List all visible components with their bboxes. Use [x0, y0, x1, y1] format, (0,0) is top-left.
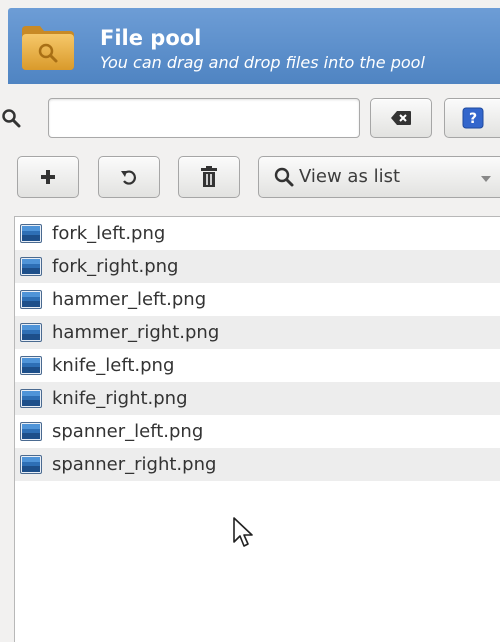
image-file-icon: [20, 356, 42, 375]
image-file-icon: [20, 389, 42, 408]
search-icon: [2, 109, 21, 128]
image-file-icon: [20, 290, 42, 309]
file-name: fork_right.png: [52, 256, 179, 277]
list-item[interactable]: knife_left.png: [15, 349, 500, 382]
search-input[interactable]: [48, 98, 360, 138]
search-icon: [274, 167, 294, 187]
clear-search-button[interactable]: [370, 98, 432, 138]
view-mode-select[interactable]: View as list: [258, 156, 500, 198]
list-item[interactable]: hammer_left.png: [15, 283, 500, 316]
image-file-icon: [20, 224, 42, 243]
list-item[interactable]: spanner_left.png: [15, 415, 500, 448]
trash-icon: [201, 166, 217, 187]
folder-icon: [22, 26, 74, 70]
undo-button[interactable]: [98, 156, 160, 198]
svg-text:?: ?: [468, 111, 476, 127]
file-name: spanner_left.png: [52, 421, 204, 442]
image-file-icon: [20, 257, 42, 276]
chevron-down-icon: [481, 176, 491, 182]
delete-button[interactable]: [178, 156, 240, 198]
file-name: spanner_right.png: [52, 454, 217, 475]
list-item[interactable]: knife_right.png: [15, 382, 500, 415]
file-pool-header: File pool You can drag and drop files in…: [8, 8, 500, 84]
file-name: fork_left.png: [52, 223, 166, 244]
file-name: hammer_right.png: [52, 322, 220, 343]
image-file-icon: [20, 323, 42, 342]
undo-icon: [121, 170, 136, 185]
list-item[interactable]: fork_right.png: [15, 250, 500, 283]
backspace-icon: [391, 111, 411, 125]
file-name: hammer_left.png: [52, 289, 207, 310]
list-item[interactable]: spanner_right.png: [15, 448, 500, 481]
page-title: File pool: [100, 26, 202, 50]
help-button[interactable]: ?: [444, 98, 500, 138]
view-mode-label: View as list: [299, 166, 401, 187]
file-name: knife_right.png: [52, 388, 188, 409]
image-file-icon: [20, 455, 42, 474]
add-file-button[interactable]: [17, 156, 79, 198]
mouse-pointer-icon: [233, 517, 253, 547]
list-item[interactable]: fork_left.png: [15, 217, 500, 250]
file-list[interactable]: fork_left.png fork_right.png hammer_left.p…: [14, 216, 500, 642]
list-item[interactable]: hammer_right.png: [15, 316, 500, 349]
file-name: knife_left.png: [52, 355, 175, 376]
help-icon: ?: [462, 107, 483, 129]
page-subtitle: You can drag and drop files into the poo…: [100, 53, 425, 72]
plus-icon: [41, 170, 55, 184]
image-file-icon: [20, 422, 42, 441]
